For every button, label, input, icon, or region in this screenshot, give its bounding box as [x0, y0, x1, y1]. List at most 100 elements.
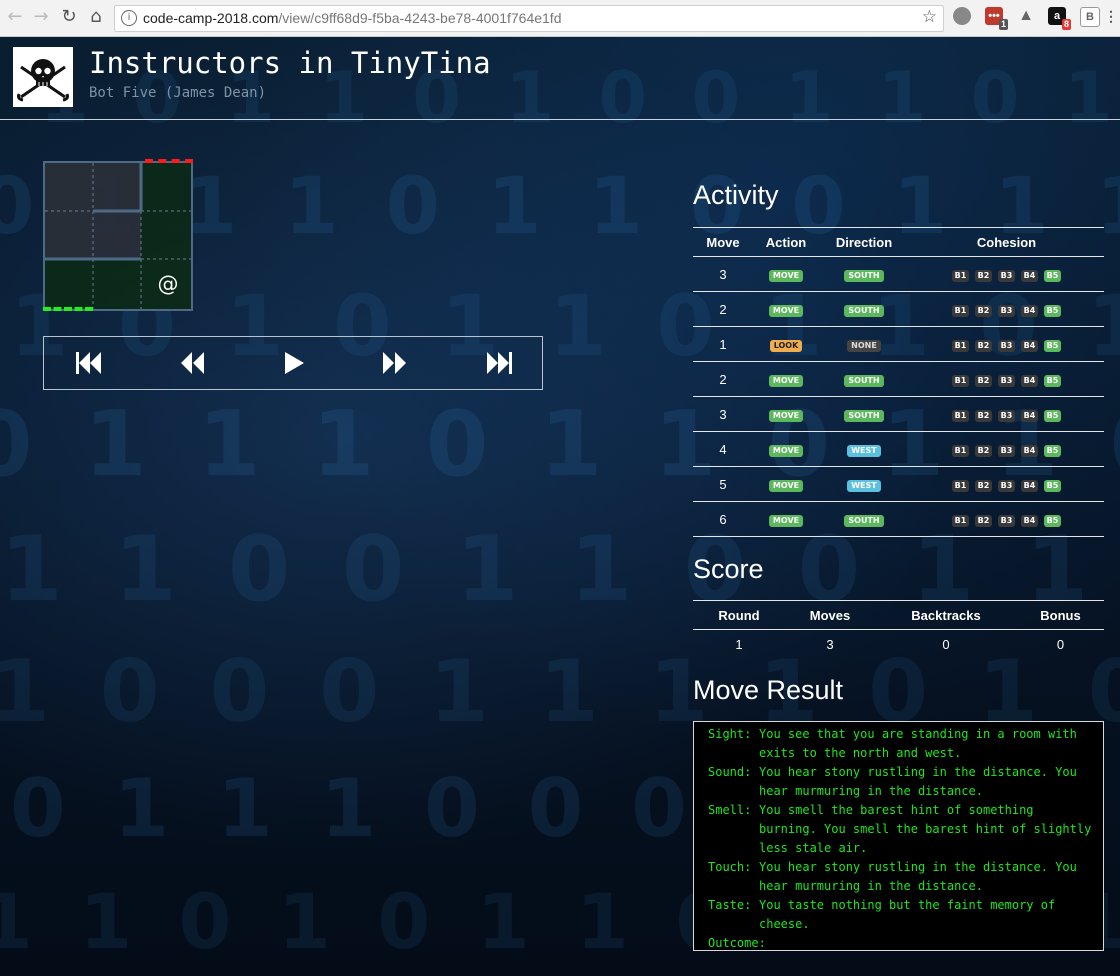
result-key: Touch: — [708, 860, 752, 874]
cohesion-badge: B1 — [952, 445, 969, 457]
cohesion-badge: B5 — [1044, 445, 1061, 457]
score-heading: Score — [693, 554, 764, 584]
cohesion-badge: B4 — [1021, 375, 1038, 387]
score-moves: 3 — [826, 636, 834, 652]
cohesion-badge: B2 — [975, 270, 992, 282]
cohesion-badge: B5 — [1044, 270, 1061, 282]
cohesion-badge: B2 — [975, 445, 992, 457]
activity-move: 1 — [693, 326, 753, 362]
action-label: LOOK — [769, 340, 803, 352]
extension-circle-icon[interactable] — [953, 7, 971, 25]
cohesion-badge: B4 — [1021, 515, 1038, 527]
result-line: Sight: You see that you are standing in a… — [708, 725, 1103, 763]
cohesion-badge: B2 — [975, 305, 992, 317]
page-title: Instructors in TinyTina — [89, 46, 491, 80]
direction-label: WEST — [847, 445, 881, 457]
col-direction: Direction — [819, 227, 909, 257]
activity-row: 5 MOVE WEST B1 B2 B3 B4 B5 — [693, 466, 1104, 502]
result-line: Sound: You hear stony rustling in the dis… — [708, 763, 1103, 801]
result-line: Touch: You hear stony rustling in the dis… — [708, 858, 1103, 896]
extension-amazon-icon[interactable]: a8 — [1048, 7, 1071, 30]
cohesion-badge: B4 — [1021, 340, 1038, 352]
cohesion-badge: B2 — [975, 340, 992, 352]
cohesion-badge: B3 — [998, 270, 1015, 282]
activity-move: 4 — [693, 431, 753, 467]
extension-lastpass-icon[interactable]: ••• 1 — [985, 7, 1008, 30]
cohesion-badge: B3 — [998, 480, 1015, 492]
activity-move: 5 — [693, 466, 753, 502]
result-key: Taste: — [708, 898, 752, 912]
cohesion-badge: B1 — [952, 305, 969, 317]
activity-row: 1 LOOK NONE B1 B2 B3 B4 B5 — [693, 326, 1104, 362]
activity-move: 2 — [693, 361, 753, 397]
cohesion-badge: B2 — [975, 375, 992, 387]
cohesion-badge: B2 — [975, 410, 992, 422]
extension-square-icon[interactable]: B — [1080, 7, 1100, 27]
info-icon[interactable]: i — [121, 10, 137, 26]
cohesion-badge: B3 — [998, 305, 1015, 317]
fast-forward-icon[interactable] — [380, 350, 408, 376]
col-cohesion: Cohesion — [909, 227, 1104, 257]
activity-row: 4 MOVE WEST B1 B2 B3 B4 B5 — [693, 431, 1104, 467]
result-text: You see that you are standing in a room … — [759, 727, 1077, 760]
cohesion-badge: B1 — [952, 340, 969, 352]
direction-label: SOUTH — [844, 305, 884, 317]
extension-drive-icon[interactable]: ▲ — [1017, 7, 1035, 25]
cohesion-badge: B4 — [1021, 480, 1038, 492]
address-bar[interactable]: i code-camp-2018.com/view/c9ff68d9-f5ba-… — [114, 5, 944, 32]
direction-label: SOUTH — [844, 515, 884, 527]
back-icon[interactable]: ← — [4, 6, 26, 28]
result-text: You hear stony rustling in the distance.… — [759, 860, 1077, 893]
play-icon[interactable] — [282, 350, 306, 376]
activity-row: 2 MOVE SOUTH B1 B2 B3 B4 B5 — [693, 361, 1104, 397]
page-header: Instructors in TinyTina Bot Five (James … — [0, 37, 1120, 120]
score-backtracks: 0 — [942, 636, 950, 652]
score-bonus: 0 — [1056, 636, 1065, 652]
cohesion-badge: B5 — [1044, 480, 1061, 492]
activity-move: 3 — [693, 256, 753, 292]
cohesion-badge: B1 — [952, 480, 969, 492]
activity-heading: Activity — [693, 180, 779, 210]
menu-icon[interactable]: ⋮ — [1104, 7, 1118, 25]
cohesion-badge: B2 — [975, 480, 992, 492]
result-text — [759, 934, 1103, 953]
col-moves: Moves — [785, 600, 875, 630]
result-key: Outcome: — [708, 936, 766, 950]
result-key: Sight: — [708, 727, 752, 741]
home-icon[interactable]: ⌂ — [85, 6, 107, 28]
cohesion-badge: B5 — [1044, 515, 1061, 527]
cohesion-badge: B5 — [1044, 410, 1061, 422]
exit-marker-red — [145, 159, 193, 163]
bot-subtitle: Bot Five (James Dean) — [89, 85, 267, 101]
result-key: Sound: — [708, 765, 752, 779]
action-label: MOVE — [768, 375, 804, 387]
bookmark-star-icon[interactable]: ☆ — [922, 7, 937, 27]
reload-icon[interactable]: ↻ — [58, 6, 80, 28]
result-line: Taste: You taste nothing but the faint me… — [708, 896, 1103, 934]
skip-back-icon[interactable] — [74, 350, 104, 376]
url-path: /view/c9ff68d9-f5ba-4243-be78-4001f764e1… — [278, 10, 562, 26]
activity-table: Move Action Direction Cohesion 3 MOVE SOUT… — [693, 227, 1104, 537]
result-text: You taste nothing but the faint memory o… — [759, 898, 1056, 931]
extension-badge: 8 — [1061, 19, 1071, 30]
result-text: You hear stony rustling in the distance.… — [759, 765, 1077, 798]
rewind-icon[interactable] — [179, 350, 207, 376]
activity-row: 6 MOVE SOUTH B1 B2 B3 B4 B5 — [693, 501, 1104, 537]
col-backtracks: Backtracks — [875, 600, 1017, 630]
action-label: MOVE — [768, 270, 804, 282]
cohesion-badge: B3 — [998, 445, 1015, 457]
col-move: Move — [693, 227, 753, 257]
col-bonus: Bonus — [1017, 600, 1104, 630]
activity-row: 3 MOVE SOUTH B1 B2 B3 B4 B5 — [693, 256, 1104, 292]
extension-badge: 1 — [998, 19, 1008, 30]
cohesion-badge: B3 — [998, 340, 1015, 352]
skip-forward-icon[interactable] — [484, 350, 514, 376]
forward-icon[interactable]: → — [30, 6, 52, 28]
pirate-logo-icon — [13, 47, 73, 107]
col-round: Round — [693, 600, 785, 630]
score-table: Round Moves Backtracks Bonus 1 3 0 0 — [693, 600, 1104, 658]
bot-marker: @ — [157, 272, 179, 296]
cohesion-badge: B1 — [952, 375, 969, 387]
result-text: You smell the barest hint of something b… — [759, 803, 1092, 855]
result-line: Smell: You smell the barest hint of somet… — [708, 801, 1103, 858]
